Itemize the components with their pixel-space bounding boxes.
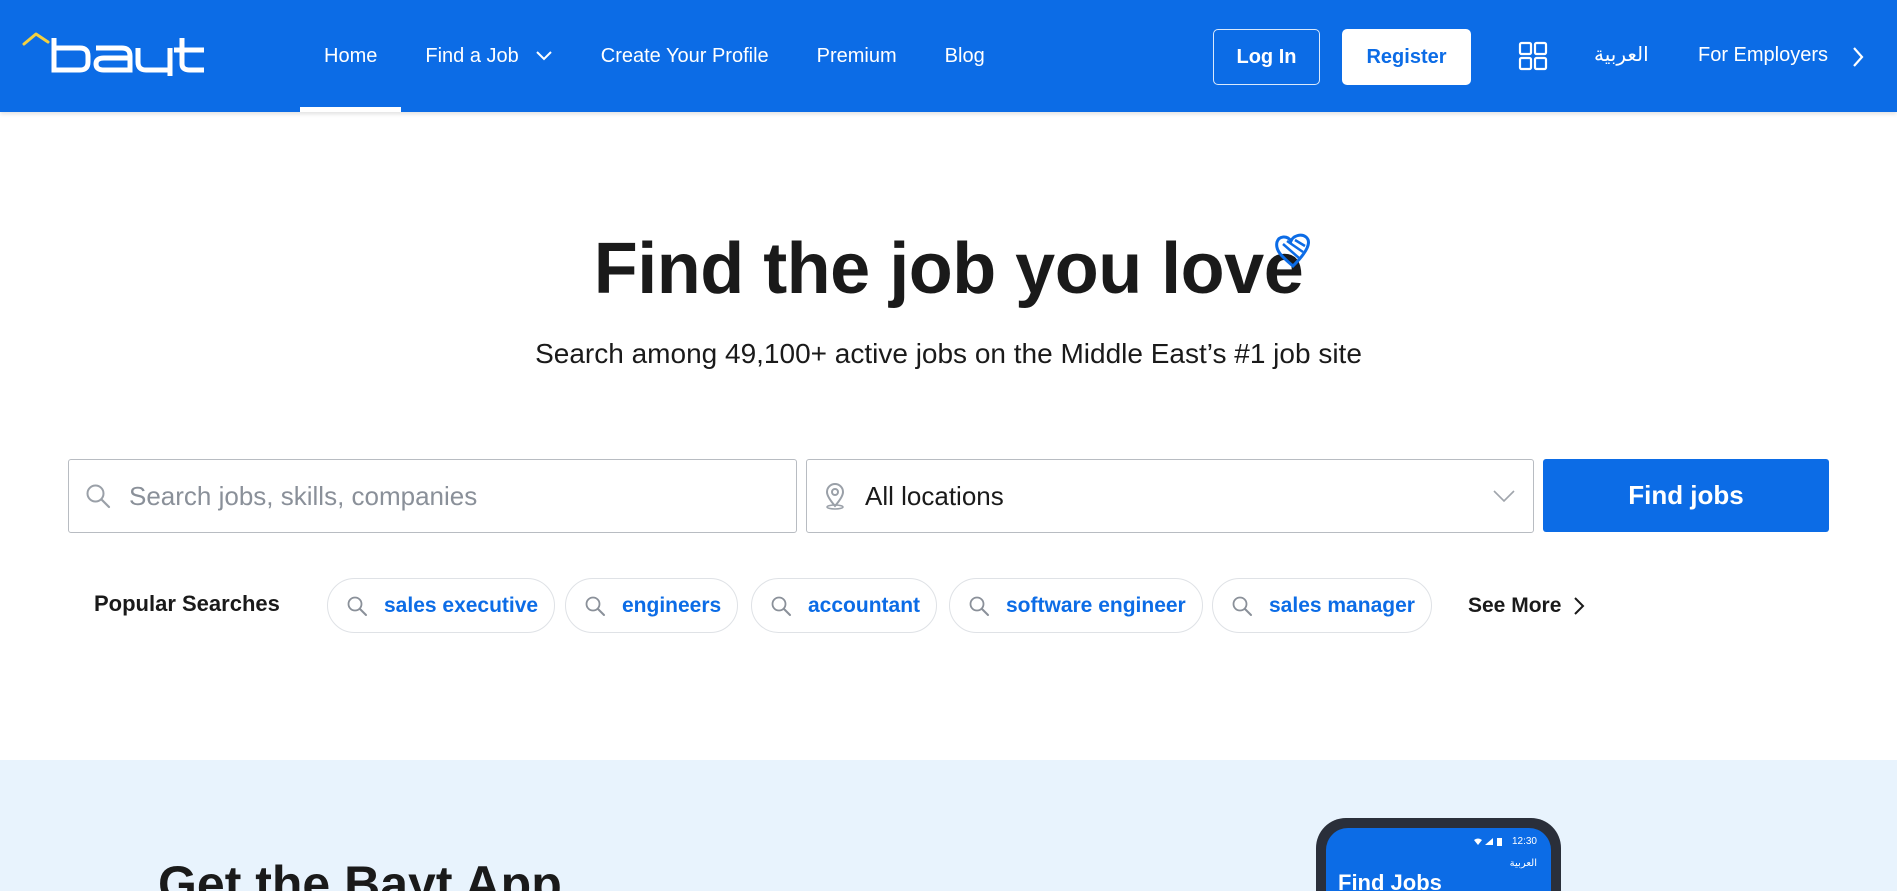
chip-label: engineers bbox=[622, 593, 722, 617]
search-icon bbox=[1232, 596, 1252, 616]
nav-premium[interactable]: Premium bbox=[793, 0, 921, 112]
see-more-link[interactable]: See More bbox=[1468, 594, 1585, 618]
nav-find-a-job-label: Find a Job bbox=[425, 44, 519, 67]
heart-icon bbox=[1275, 233, 1310, 269]
phone-language: العربية bbox=[1509, 858, 1537, 869]
see-more-label: See More bbox=[1468, 594, 1562, 617]
nav-create-profile[interactable]: Create Your Profile bbox=[577, 0, 793, 112]
for-employers-link[interactable]: For Employers bbox=[1698, 44, 1828, 67]
phone-find-jobs: Find Jobs bbox=[1338, 870, 1442, 891]
nav-blog[interactable]: Blog bbox=[921, 0, 1009, 112]
chevron-right-icon bbox=[1574, 597, 1585, 615]
phone-screen: 12:30 العربية Find Jobs bbox=[1326, 828, 1551, 891]
hero-subtitle: Search among 49,100+ active jobs on the … bbox=[535, 338, 1362, 369]
nav-blog-label: Blog bbox=[944, 44, 985, 67]
chip-label: sales executive bbox=[384, 593, 539, 617]
nav-create-profile-label: Create Your Profile bbox=[600, 44, 769, 67]
search-icon bbox=[86, 484, 111, 509]
app-promo-title: Get the Bayt App bbox=[158, 856, 562, 891]
job-search-field[interactable] bbox=[68, 459, 797, 533]
search-icon bbox=[771, 596, 791, 616]
search-icon bbox=[969, 596, 989, 616]
hero-title: Find the job you love bbox=[593, 229, 1304, 309]
popular-chip-accountant[interactable]: accountant bbox=[751, 578, 938, 633]
main-nav: Home Find a Job Create Your Profile Prem… bbox=[300, 0, 1009, 112]
search-input[interactable] bbox=[129, 480, 769, 512]
grid-apps-icon[interactable] bbox=[1518, 41, 1548, 71]
popular-chip-sales-manager[interactable]: sales manager bbox=[1212, 578, 1432, 633]
chevron-right-icon[interactable] bbox=[1851, 46, 1865, 68]
chevron-down-icon bbox=[1493, 490, 1515, 503]
location-select[interactable]: All locations bbox=[806, 459, 1534, 533]
chip-label: accountant bbox=[808, 593, 921, 617]
search-icon bbox=[347, 596, 367, 616]
nav-home-label: Home bbox=[324, 44, 378, 67]
phone-status-icons bbox=[1474, 838, 1502, 846]
nav-home[interactable]: Home bbox=[300, 0, 402, 112]
popular-searches-label: Popular Searches bbox=[94, 591, 280, 616]
popular-chip-software-engineer[interactable]: software engineer bbox=[949, 578, 1203, 633]
find-jobs-button[interactable]: Find jobs bbox=[1543, 459, 1829, 532]
language-switch-link[interactable]: العربية bbox=[1594, 42, 1649, 66]
phone-time: 12:30 bbox=[1511, 836, 1537, 847]
popular-chip-engineers[interactable]: engineers bbox=[565, 578, 739, 633]
nav-premium-label: Premium bbox=[816, 44, 897, 67]
location-value: All locations bbox=[865, 480, 1004, 511]
login-button[interactable]: Log In bbox=[1213, 29, 1320, 85]
popular-chip-sales-executive[interactable]: sales executive bbox=[327, 578, 556, 633]
chip-label: sales manager bbox=[1269, 593, 1415, 617]
chip-label: software engineer bbox=[1006, 593, 1186, 617]
bayt-logo[interactable] bbox=[22, 30, 206, 76]
search-icon bbox=[585, 596, 605, 616]
top-navbar: Home Find a Job Create Your Profile Prem… bbox=[0, 0, 1897, 112]
nav-find-a-job[interactable]: Find a Job bbox=[401, 0, 576, 112]
register-button[interactable]: Register bbox=[1342, 29, 1471, 85]
location-pin-icon bbox=[825, 483, 845, 510]
chevron-down-icon bbox=[536, 51, 552, 61]
